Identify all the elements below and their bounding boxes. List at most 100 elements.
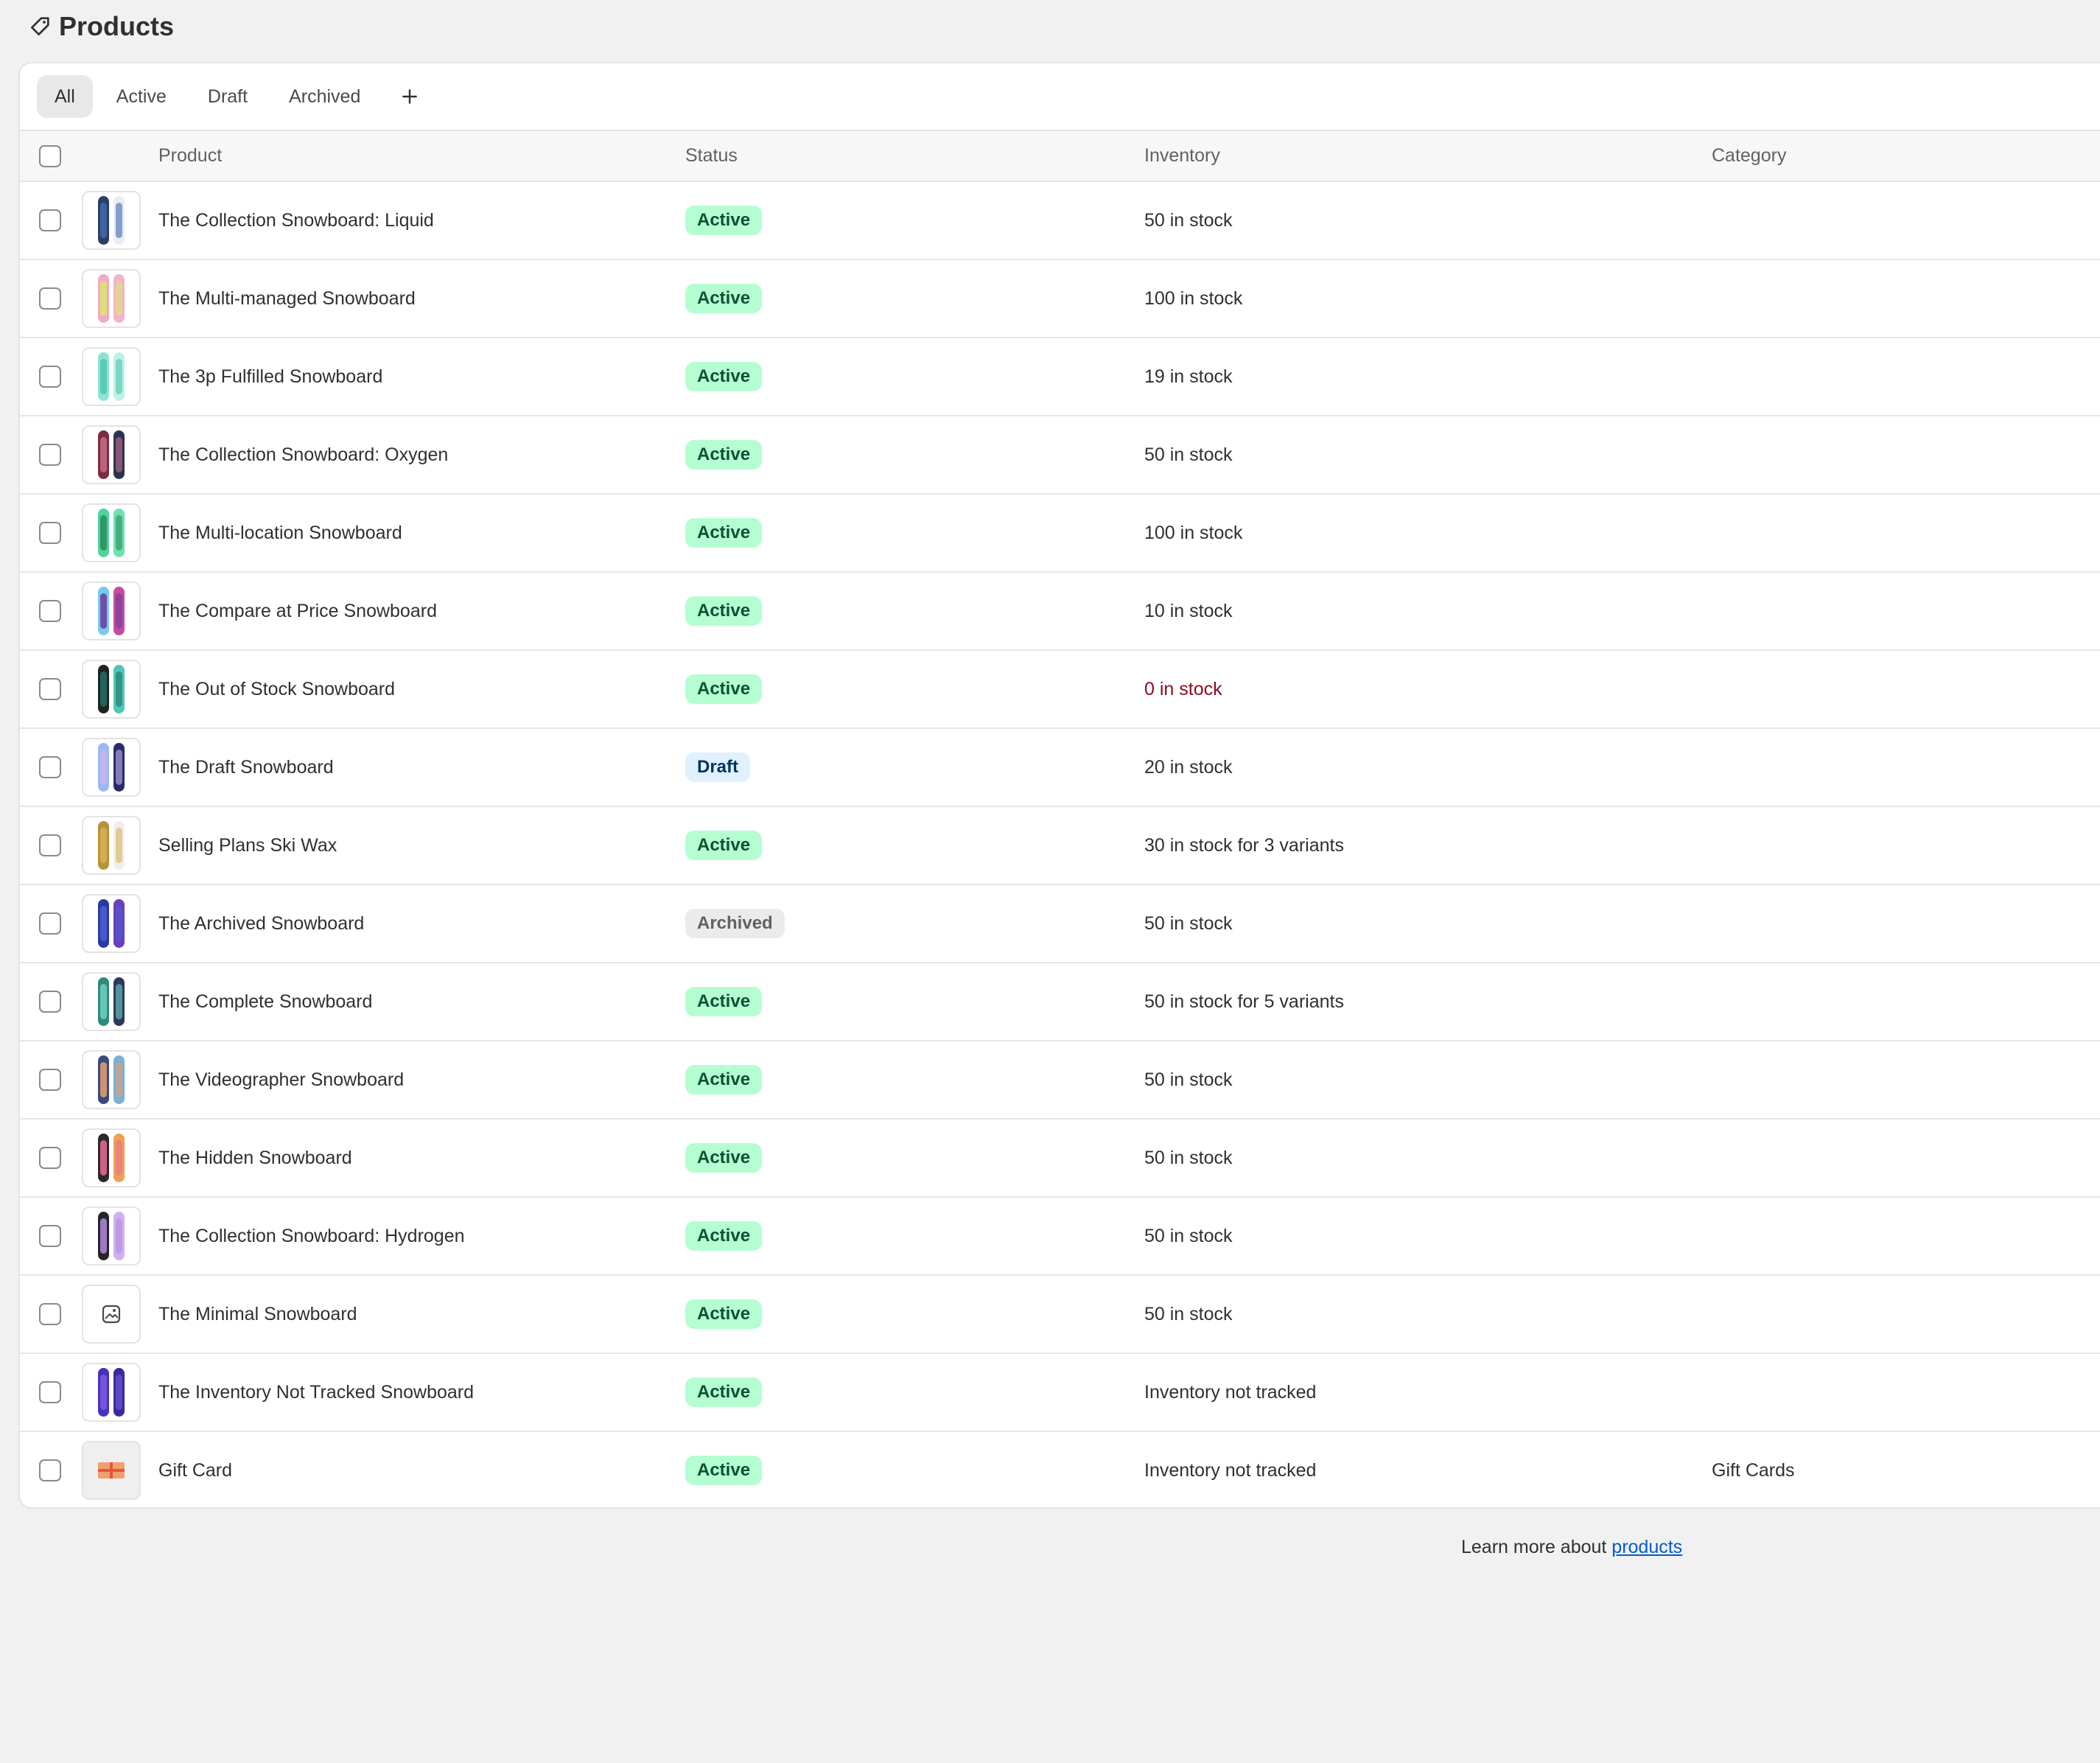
- status-badge: Active: [685, 362, 763, 391]
- tab-draft[interactable]: Draft: [190, 75, 265, 118]
- status-badge: Active: [685, 1221, 763, 1251]
- row-checkbox[interactable]: [39, 444, 61, 466]
- product-thumbnail[interactable]: [82, 347, 141, 406]
- product-name[interactable]: The Draft Snowboard: [158, 729, 334, 806]
- product-name[interactable]: The Out of Stock Snowboard: [158, 651, 395, 727]
- column-header-product[interactable]: Product: [158, 131, 222, 181]
- table-header: Product Status Inventory Category: [20, 130, 2100, 182]
- inventory-cell: 50 in stock: [1144, 1069, 1233, 1090]
- status-cell: Active: [685, 807, 763, 884]
- product-thumbnail[interactable]: [82, 738, 141, 797]
- table-row[interactable]: The Out of Stock Snowboard Active 0 in sto…: [20, 651, 2100, 729]
- status-badge: Active: [685, 284, 763, 313]
- product-thumbnail[interactable]: [82, 1050, 141, 1109]
- row-checkbox[interactable]: [39, 756, 61, 778]
- product-name[interactable]: The Collection Snowboard: Oxygen: [158, 416, 448, 493]
- table-row[interactable]: The Hidden Snowboard Active 50 in stock: [20, 1120, 2100, 1198]
- inventory-cell: 50 in stock: [1144, 209, 1233, 231]
- product-thumbnail[interactable]: [82, 1128, 141, 1187]
- row-checkbox[interactable]: [39, 991, 61, 1013]
- product-name[interactable]: The Archived Snowboard: [158, 885, 364, 962]
- row-checkbox[interactable]: [39, 209, 61, 231]
- product-thumbnail[interactable]: [82, 660, 141, 719]
- row-checkbox[interactable]: [39, 1303, 61, 1325]
- add-view-button[interactable]: [388, 75, 431, 118]
- tab-active[interactable]: Active: [99, 75, 184, 118]
- product-name[interactable]: The 3p Fulfilled Snowboard: [158, 338, 382, 415]
- product-thumbnail[interactable]: [82, 894, 141, 953]
- table-row[interactable]: Gift Card Active Inventory not tracked Gift…: [20, 1432, 2100, 1507]
- tab-all[interactable]: All: [37, 75, 93, 118]
- status-badge: Active: [685, 1456, 763, 1485]
- product-thumbnail[interactable]: [82, 1207, 141, 1265]
- product-name[interactable]: The Compare at Price Snowboard: [158, 573, 437, 649]
- product-thumbnail[interactable]: [82, 191, 141, 250]
- inventory-cell: Inventory not tracked: [1144, 1459, 1317, 1481]
- inventory-cell: 19 in stock: [1144, 366, 1233, 387]
- product-name[interactable]: The Complete Snowboard: [158, 963, 372, 1040]
- product-thumbnail[interactable]: [82, 972, 141, 1031]
- table-row[interactable]: The Collection Snowboard: Oxygen Active 50…: [20, 416, 2100, 495]
- product-thumbnail[interactable]: [82, 816, 141, 875]
- row-checkbox[interactable]: [39, 834, 61, 856]
- table-row[interactable]: The 3p Fulfilled Snowboard Active 19 in st…: [20, 338, 2100, 416]
- row-checkbox[interactable]: [39, 1381, 61, 1403]
- row-checkbox[interactable]: [39, 912, 61, 935]
- product-name[interactable]: The Collection Snowboard: Hydrogen: [158, 1198, 465, 1274]
- table-row[interactable]: The Collection Snowboard: Liquid Active 50…: [20, 182, 2100, 260]
- filter-tabs: All Active Draft Archived: [20, 63, 2100, 130]
- product-name[interactable]: The Videographer Snowboard: [158, 1041, 404, 1118]
- product-name[interactable]: Gift Card: [158, 1432, 232, 1507]
- row-checkbox[interactable]: [39, 1459, 61, 1481]
- product-thumbnail[interactable]: [82, 1363, 141, 1422]
- product-name[interactable]: The Multi-location Snowboard: [158, 495, 402, 571]
- table-row[interactable]: The Compare at Price Snowboard Active 10 i…: [20, 573, 2100, 651]
- product-thumbnail[interactable]: [82, 503, 141, 562]
- snowboard-image: [98, 1368, 125, 1417]
- plus-icon: [402, 89, 418, 104]
- column-header-inventory[interactable]: Inventory: [1144, 131, 1220, 181]
- table-row[interactable]: The Minimal Snowboard Active 50 in stock: [20, 1276, 2100, 1354]
- row-checkbox[interactable]: [39, 1069, 61, 1091]
- row-checkbox[interactable]: [39, 287, 61, 310]
- product-thumbnail[interactable]: [82, 582, 141, 640]
- tab-archived[interactable]: Archived: [271, 75, 378, 118]
- product-thumbnail[interactable]: [82, 425, 141, 484]
- status-badge: Active: [685, 674, 763, 704]
- table-row[interactable]: The Archived Snowboard Archived 50 in stoc…: [20, 885, 2100, 963]
- row-checkbox[interactable]: [39, 366, 61, 388]
- table-row[interactable]: The Inventory Not Tracked Snowboard Activ…: [20, 1354, 2100, 1432]
- row-checkbox[interactable]: [39, 522, 61, 544]
- product-name[interactable]: The Multi-managed Snowboard: [158, 260, 416, 337]
- product-name[interactable]: The Hidden Snowboard: [158, 1120, 352, 1196]
- column-header-status[interactable]: Status: [685, 131, 738, 181]
- inventory-cell: 20 in stock: [1144, 756, 1233, 778]
- snowboard-image: [98, 196, 125, 245]
- table-row[interactable]: The Videographer Snowboard Active 50 in st…: [20, 1041, 2100, 1120]
- inventory-cell: 100 in stock: [1144, 522, 1243, 543]
- row-checkbox[interactable]: [39, 1225, 61, 1247]
- row-checkbox[interactable]: [39, 1147, 61, 1169]
- status-cell: Active: [685, 1120, 763, 1196]
- product-name[interactable]: The Collection Snowboard: Liquid: [158, 182, 434, 259]
- table-row[interactable]: The Collection Snowboard: Hydrogen Active…: [20, 1198, 2100, 1276]
- table-row[interactable]: The Complete Snowboard Active 50 in stock …: [20, 963, 2100, 1041]
- table-body: The Collection Snowboard: Liquid Active 50…: [20, 182, 2100, 1507]
- product-name[interactable]: The Minimal Snowboard: [158, 1276, 357, 1352]
- table-row[interactable]: The Multi-location Snowboard Active 100 in…: [20, 495, 2100, 573]
- column-header-category[interactable]: Category: [1712, 131, 1786, 181]
- snowboard-image: [98, 977, 125, 1026]
- row-checkbox[interactable]: [39, 678, 61, 700]
- page-header: Products: [28, 7, 174, 46]
- product-name[interactable]: Selling Plans Ski Wax: [158, 807, 337, 884]
- row-checkbox[interactable]: [39, 600, 61, 622]
- table-row[interactable]: Selling Plans Ski Wax Active 30 in stock f…: [20, 807, 2100, 885]
- product-thumbnail[interactable]: [82, 269, 141, 328]
- product-thumbnail[interactable]: [82, 1441, 141, 1500]
- product-name[interactable]: The Inventory Not Tracked Snowboard: [158, 1354, 474, 1431]
- table-row[interactable]: The Draft Snowboard Draft 20 in stock: [20, 729, 2100, 807]
- product-thumbnail[interactable]: [82, 1285, 141, 1344]
- products-help-link[interactable]: products: [1611, 1537, 1682, 1557]
- table-row[interactable]: The Multi-managed Snowboard Active 100 in …: [20, 260, 2100, 338]
- select-all-checkbox[interactable]: [39, 145, 61, 167]
